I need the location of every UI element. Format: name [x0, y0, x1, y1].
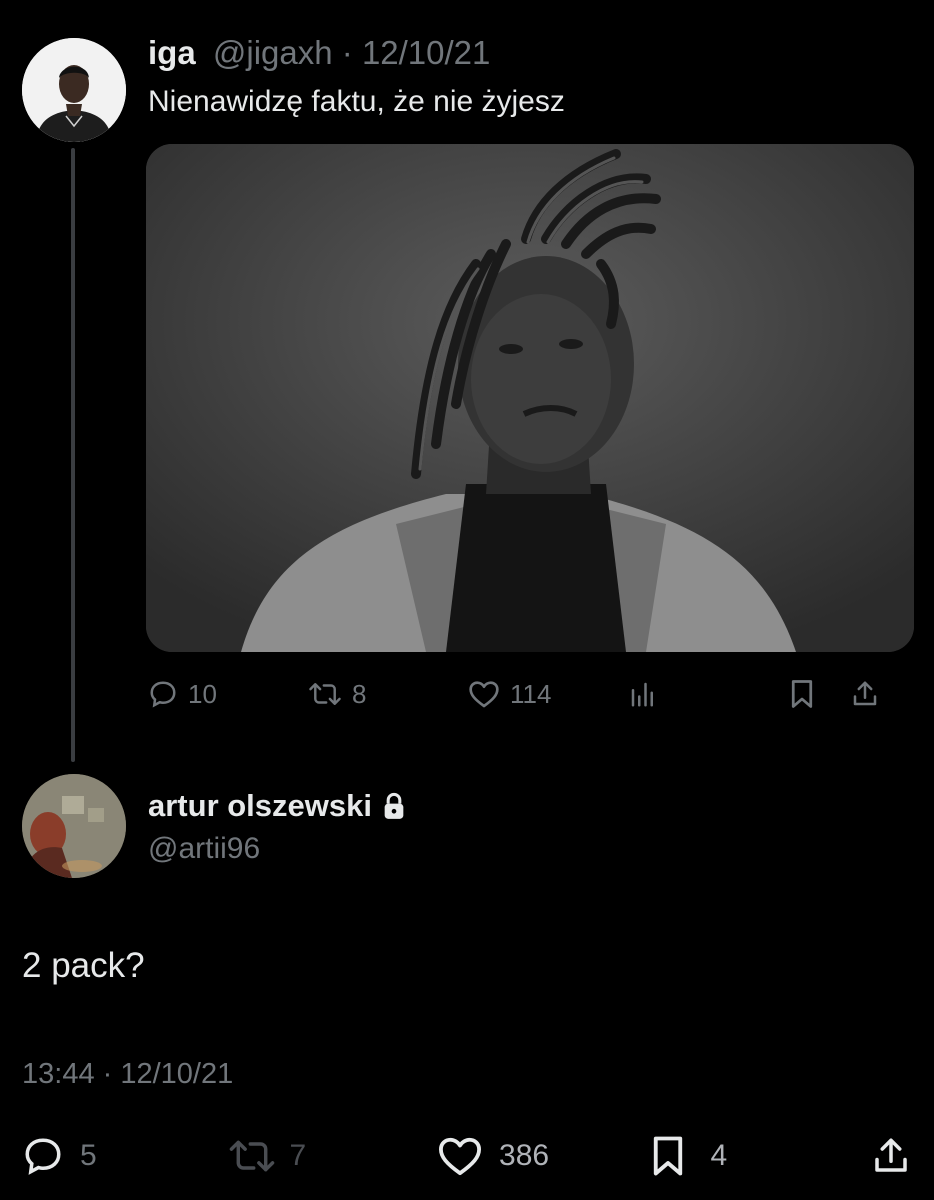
like-button[interactable]: 114: [468, 679, 628, 710]
share-icon: [875, 1138, 907, 1172]
separator-dot: ·: [341, 34, 353, 71]
reply-icon: [150, 681, 176, 708]
reply-icon: [25, 1138, 61, 1175]
retweet-icon: [309, 683, 341, 705]
avatar-photo: [22, 38, 126, 142]
lock-icon: [384, 792, 404, 819]
reply-action-bar: 5 7 386 4: [22, 1130, 912, 1182]
share-button[interactable]: [850, 679, 880, 709]
thread-connector: [71, 148, 75, 762]
retweet-count: 8: [352, 678, 367, 709]
like-button[interactable]: 386: [437, 1135, 649, 1177]
author-handle[interactable]: @artii96: [148, 832, 260, 866]
avatar-photo: [22, 774, 126, 878]
retweet-icon: [229, 1140, 274, 1172]
bookmark-count: 4: [710, 1139, 728, 1172]
parent-action-bar: 10 8 114: [148, 670, 912, 718]
portrait-image: [146, 144, 914, 652]
bookmark-icon: [653, 1136, 682, 1176]
views-icon: [631, 682, 653, 707]
parent-avatar[interactable]: [22, 38, 126, 142]
author-handle[interactable]: @jigaxh: [213, 34, 333, 71]
author-name[interactable]: artur olszewski: [148, 788, 372, 824]
heart-icon: [439, 1137, 482, 1176]
heart-icon: [469, 681, 499, 708]
parent-header: iga @jigaxh · 12/10/21: [148, 34, 490, 72]
reply-count: 5: [80, 1139, 97, 1172]
tweet-timestamp[interactable]: 13:44 · 12/10/21: [22, 1058, 233, 1091]
retweet-button[interactable]: 7: [228, 1135, 438, 1177]
bookmark-button[interactable]: [788, 679, 850, 709]
tweet-text: 2 pack?: [22, 946, 145, 985]
tweet-media-photo[interactable]: [146, 144, 914, 652]
author-name[interactable]: iga: [148, 34, 196, 71]
share-button[interactable]: [870, 1135, 912, 1177]
retweet-button[interactable]: 8: [308, 679, 468, 710]
reply-button[interactable]: 5: [22, 1135, 228, 1177]
reply-button[interactable]: 10: [148, 679, 308, 710]
bookmark-button[interactable]: 4: [649, 1135, 870, 1177]
views-button[interactable]: [628, 679, 788, 709]
retweet-count: 7: [289, 1139, 307, 1172]
tweet-text: Nienawidzę faktu, że nie żyjesz: [148, 85, 565, 118]
bookmark-icon: [791, 680, 813, 708]
reply-author: artur olszewski: [148, 788, 406, 824]
reply-count: 10: [188, 678, 217, 709]
like-count: 114: [510, 678, 552, 709]
share-icon: [853, 681, 877, 706]
tweet-date[interactable]: 12/10/21: [362, 34, 490, 71]
reply-avatar[interactable]: [22, 774, 126, 878]
like-count: 386: [499, 1139, 550, 1172]
